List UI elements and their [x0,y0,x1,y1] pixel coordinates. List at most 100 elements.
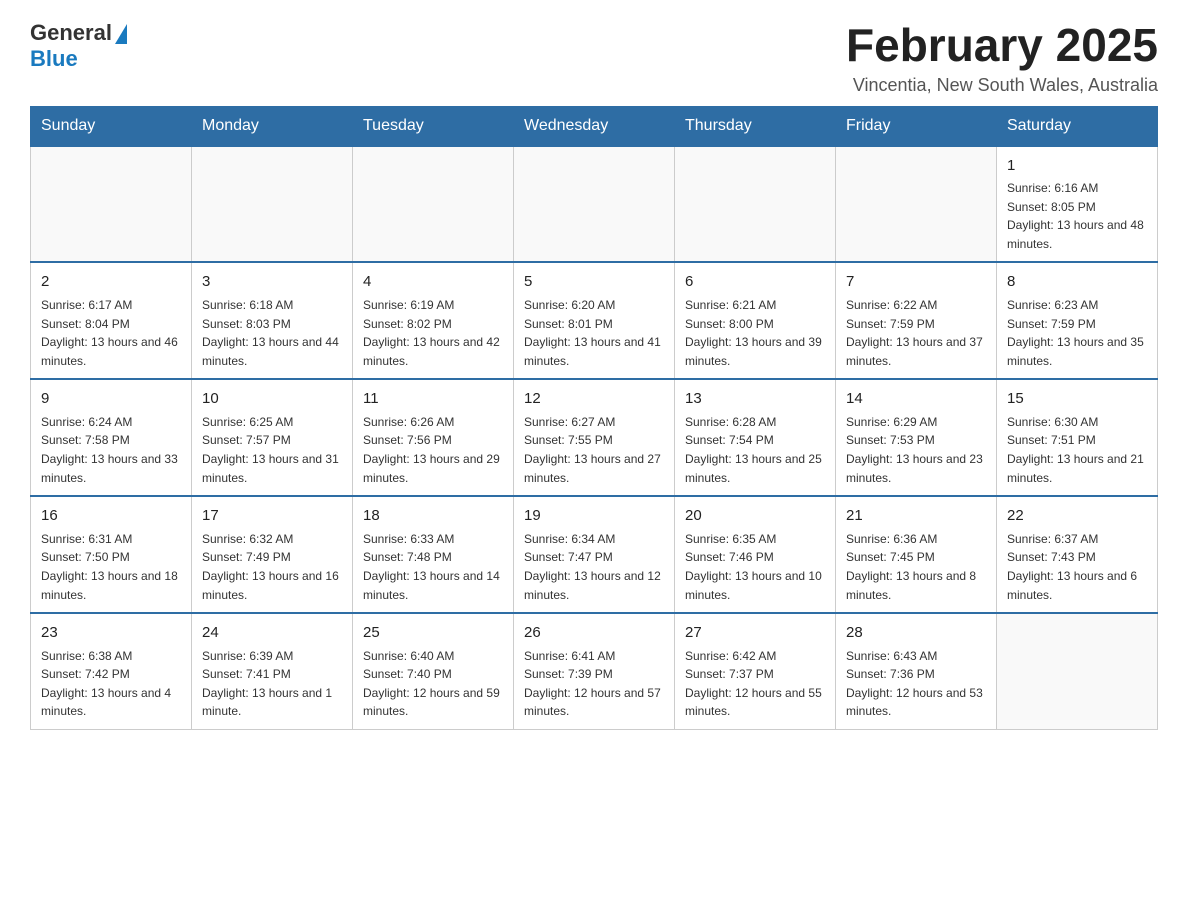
calendar-cell: 1Sunrise: 6:16 AMSunset: 8:05 PMDaylight… [997,146,1158,263]
day-number: 6 [685,271,825,294]
day-number: 17 [202,505,342,528]
day-info: Sunrise: 6:42 AMSunset: 7:37 PMDaylight:… [685,647,825,721]
day-info: Sunrise: 6:28 AMSunset: 7:54 PMDaylight:… [685,413,825,487]
calendar-cell: 15Sunrise: 6:30 AMSunset: 7:51 PMDayligh… [997,379,1158,496]
day-info: Sunrise: 6:24 AMSunset: 7:58 PMDaylight:… [41,413,181,487]
day-number: 8 [1007,271,1147,294]
calendar-cell: 17Sunrise: 6:32 AMSunset: 7:49 PMDayligh… [192,496,353,613]
calendar-cell: 14Sunrise: 6:29 AMSunset: 7:53 PMDayligh… [836,379,997,496]
calendar-cell: 2Sunrise: 6:17 AMSunset: 8:04 PMDaylight… [31,262,192,379]
calendar-cell: 5Sunrise: 6:20 AMSunset: 8:01 PMDaylight… [514,262,675,379]
calendar-cell: 26Sunrise: 6:41 AMSunset: 7:39 PMDayligh… [514,613,675,729]
location-subtitle: Vincentia, New South Wales, Australia [846,75,1158,96]
calendar-cell: 10Sunrise: 6:25 AMSunset: 7:57 PMDayligh… [192,379,353,496]
calendar-table: SundayMondayTuesdayWednesdayThursdayFrid… [30,106,1158,730]
day-info: Sunrise: 6:41 AMSunset: 7:39 PMDaylight:… [524,647,664,721]
day-number: 16 [41,505,181,528]
day-info: Sunrise: 6:16 AMSunset: 8:05 PMDaylight:… [1007,179,1147,253]
day-number: 15 [1007,388,1147,411]
day-info: Sunrise: 6:26 AMSunset: 7:56 PMDaylight:… [363,413,503,487]
day-info: Sunrise: 6:32 AMSunset: 7:49 PMDaylight:… [202,530,342,604]
day-number: 19 [524,505,664,528]
calendar-cell: 7Sunrise: 6:22 AMSunset: 7:59 PMDaylight… [836,262,997,379]
col-header-tuesday: Tuesday [353,106,514,146]
calendar-cell: 16Sunrise: 6:31 AMSunset: 7:50 PMDayligh… [31,496,192,613]
day-number: 10 [202,388,342,411]
day-info: Sunrise: 6:33 AMSunset: 7:48 PMDaylight:… [363,530,503,604]
logo: General Blue [30,20,127,72]
calendar-cell: 13Sunrise: 6:28 AMSunset: 7:54 PMDayligh… [675,379,836,496]
day-number: 14 [846,388,986,411]
day-number: 5 [524,271,664,294]
calendar-cell: 4Sunrise: 6:19 AMSunset: 8:02 PMDaylight… [353,262,514,379]
day-info: Sunrise: 6:29 AMSunset: 7:53 PMDaylight:… [846,413,986,487]
calendar-cell: 20Sunrise: 6:35 AMSunset: 7:46 PMDayligh… [675,496,836,613]
calendar-cell [192,146,353,263]
day-number: 27 [685,622,825,645]
calendar-week-row: 1Sunrise: 6:16 AMSunset: 8:05 PMDaylight… [31,146,1158,263]
col-header-sunday: Sunday [31,106,192,146]
day-number: 12 [524,388,664,411]
day-info: Sunrise: 6:27 AMSunset: 7:55 PMDaylight:… [524,413,664,487]
day-info: Sunrise: 6:19 AMSunset: 8:02 PMDaylight:… [363,296,503,370]
day-info: Sunrise: 6:22 AMSunset: 7:59 PMDaylight:… [846,296,986,370]
day-info: Sunrise: 6:20 AMSunset: 8:01 PMDaylight:… [524,296,664,370]
calendar-cell: 9Sunrise: 6:24 AMSunset: 7:58 PMDaylight… [31,379,192,496]
day-number: 28 [846,622,986,645]
day-number: 7 [846,271,986,294]
day-number: 3 [202,271,342,294]
day-info: Sunrise: 6:21 AMSunset: 8:00 PMDaylight:… [685,296,825,370]
calendar-cell: 3Sunrise: 6:18 AMSunset: 8:03 PMDaylight… [192,262,353,379]
day-number: 18 [363,505,503,528]
page-header: General Blue February 2025 Vincentia, Ne… [30,20,1158,96]
logo-blue-text: Blue [30,46,78,72]
day-info: Sunrise: 6:17 AMSunset: 8:04 PMDaylight:… [41,296,181,370]
calendar-cell [353,146,514,263]
calendar-cell: 18Sunrise: 6:33 AMSunset: 7:48 PMDayligh… [353,496,514,613]
day-number: 24 [202,622,342,645]
day-info: Sunrise: 6:36 AMSunset: 7:45 PMDaylight:… [846,530,986,604]
logo-general-text: General [30,20,112,46]
day-info: Sunrise: 6:40 AMSunset: 7:40 PMDaylight:… [363,647,503,721]
calendar-cell: 21Sunrise: 6:36 AMSunset: 7:45 PMDayligh… [836,496,997,613]
calendar-week-row: 2Sunrise: 6:17 AMSunset: 8:04 PMDaylight… [31,262,1158,379]
day-info: Sunrise: 6:34 AMSunset: 7:47 PMDaylight:… [524,530,664,604]
col-header-thursday: Thursday [675,106,836,146]
day-number: 22 [1007,505,1147,528]
day-number: 4 [363,271,503,294]
calendar-cell: 24Sunrise: 6:39 AMSunset: 7:41 PMDayligh… [192,613,353,729]
calendar-cell: 6Sunrise: 6:21 AMSunset: 8:00 PMDaylight… [675,262,836,379]
day-info: Sunrise: 6:37 AMSunset: 7:43 PMDaylight:… [1007,530,1147,604]
calendar-cell [997,613,1158,729]
day-info: Sunrise: 6:39 AMSunset: 7:41 PMDaylight:… [202,647,342,721]
calendar-cell: 28Sunrise: 6:43 AMSunset: 7:36 PMDayligh… [836,613,997,729]
calendar-cell [31,146,192,263]
calendar-cell: 12Sunrise: 6:27 AMSunset: 7:55 PMDayligh… [514,379,675,496]
day-number: 2 [41,271,181,294]
calendar-cell: 19Sunrise: 6:34 AMSunset: 7:47 PMDayligh… [514,496,675,613]
day-info: Sunrise: 6:43 AMSunset: 7:36 PMDaylight:… [846,647,986,721]
day-info: Sunrise: 6:38 AMSunset: 7:42 PMDaylight:… [41,647,181,721]
day-number: 9 [41,388,181,411]
day-number: 13 [685,388,825,411]
calendar-cell [675,146,836,263]
day-info: Sunrise: 6:25 AMSunset: 7:57 PMDaylight:… [202,413,342,487]
logo-triangle-icon [115,24,127,44]
day-number: 25 [363,622,503,645]
day-number: 11 [363,388,503,411]
day-number: 23 [41,622,181,645]
calendar-cell: 8Sunrise: 6:23 AMSunset: 7:59 PMDaylight… [997,262,1158,379]
calendar-cell [514,146,675,263]
col-header-wednesday: Wednesday [514,106,675,146]
month-title: February 2025 [846,20,1158,71]
col-header-monday: Monday [192,106,353,146]
title-area: February 2025 Vincentia, New South Wales… [846,20,1158,96]
day-info: Sunrise: 6:30 AMSunset: 7:51 PMDaylight:… [1007,413,1147,487]
calendar-header-row: SundayMondayTuesdayWednesdayThursdayFrid… [31,106,1158,146]
calendar-cell: 23Sunrise: 6:38 AMSunset: 7:42 PMDayligh… [31,613,192,729]
col-header-saturday: Saturday [997,106,1158,146]
calendar-week-row: 9Sunrise: 6:24 AMSunset: 7:58 PMDaylight… [31,379,1158,496]
calendar-week-row: 23Sunrise: 6:38 AMSunset: 7:42 PMDayligh… [31,613,1158,729]
calendar-cell: 11Sunrise: 6:26 AMSunset: 7:56 PMDayligh… [353,379,514,496]
calendar-week-row: 16Sunrise: 6:31 AMSunset: 7:50 PMDayligh… [31,496,1158,613]
